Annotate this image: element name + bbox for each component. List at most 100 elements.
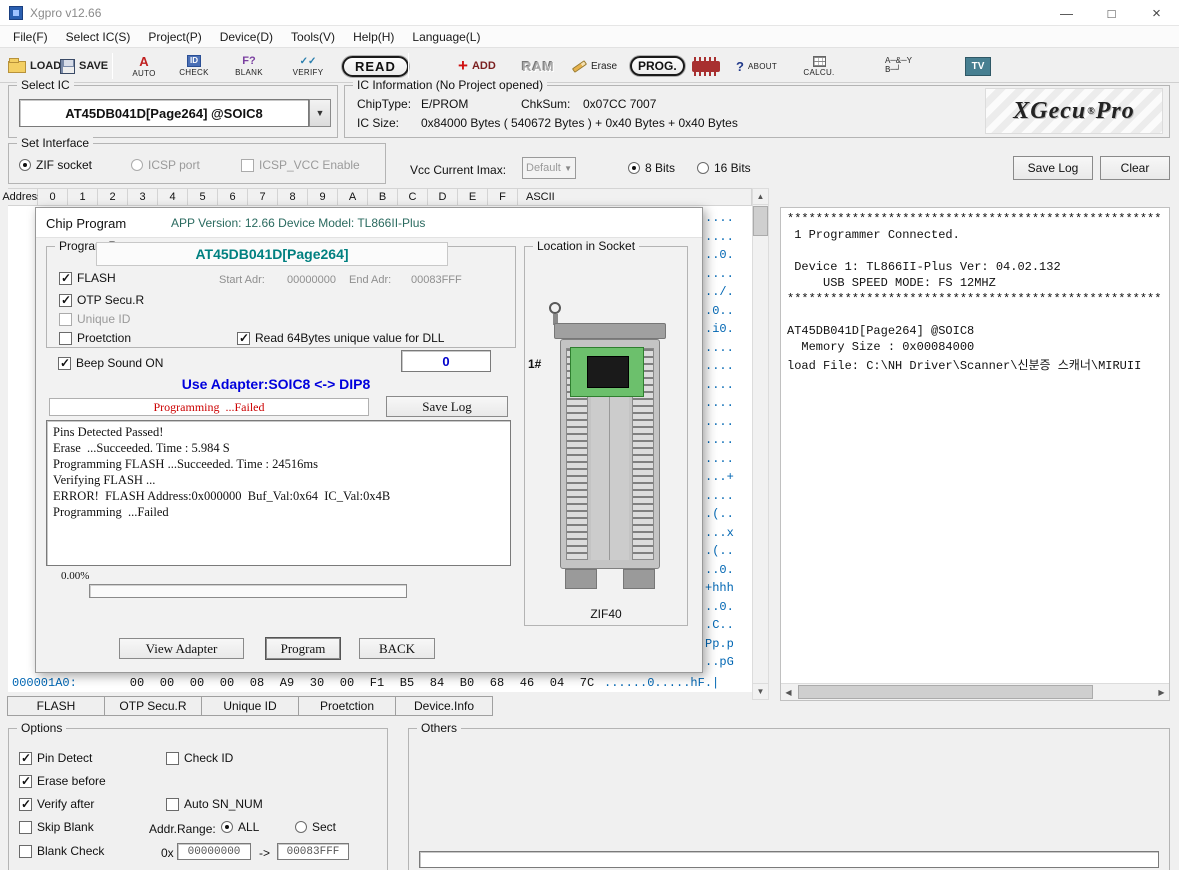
hex-vertical-scrollbar[interactable]: ▲ ▼ xyxy=(752,188,769,700)
hex-byte[interactable]: 00 xyxy=(152,676,182,690)
hex-byte[interactable]: 84 xyxy=(422,676,452,690)
radio-icon[interactable] xyxy=(131,159,143,171)
tv-button[interactable]: TV xyxy=(965,48,991,84)
tab[interactable]: Proetction xyxy=(298,696,396,716)
auto-button[interactable]: A AUTO xyxy=(122,48,166,84)
skip-blank-checkbox[interactable]: Skip Blank xyxy=(19,820,94,834)
unique-id-checkbox[interactable]: Unique ID xyxy=(59,312,130,326)
pin-detect-checkbox[interactable]: Pin Detect xyxy=(19,751,92,765)
beep-sound-checkbox[interactable]: Beep Sound ON xyxy=(58,356,163,370)
check-button[interactable]: ID CHECK xyxy=(170,48,218,84)
radio-icon[interactable] xyxy=(19,159,31,171)
scroll-left-icon[interactable]: ◀ xyxy=(781,684,796,700)
checkbox-icon[interactable] xyxy=(59,272,72,285)
minimize-button[interactable]: — xyxy=(1044,0,1089,26)
menu-item[interactable]: Device(D) xyxy=(211,28,282,46)
hex-byte[interactable]: 46 xyxy=(512,676,542,690)
protection-checkbox[interactable]: Proetction xyxy=(59,331,131,345)
verify-button[interactable]: ✓✓ VERIFY xyxy=(282,48,334,84)
8-bits-radio[interactable]: 8 Bits xyxy=(628,161,675,175)
menu-item[interactable]: Project(P) xyxy=(139,28,210,46)
zif-socket-radio[interactable]: ZIF socket xyxy=(19,158,92,172)
hex-header-cell[interactable]: E xyxy=(458,188,488,206)
close-button[interactable]: × xyxy=(1134,0,1179,26)
menu-item[interactable]: Help(H) xyxy=(344,28,403,46)
hex-header-cell[interactable]: D xyxy=(428,188,458,206)
menu-item[interactable]: Language(L) xyxy=(403,28,489,46)
checkbox-icon[interactable] xyxy=(19,821,32,834)
clear-button[interactable]: Clear xyxy=(1100,156,1170,180)
about-button[interactable]: ? ABOUT xyxy=(736,48,777,84)
tab[interactable]: OTP Secu.R xyxy=(104,696,202,716)
hex-header-cell[interactable]: 2 xyxy=(98,188,128,206)
hex-header-cell[interactable]: Address xyxy=(8,188,38,206)
hex-header-cell[interactable]: 3 xyxy=(128,188,158,206)
hex-header-cell[interactable]: 7 xyxy=(248,188,278,206)
hex-byte[interactable]: 7C xyxy=(572,676,602,690)
hex-byte[interactable]: A9 xyxy=(272,676,302,690)
hex-header-cell[interactable]: 0 xyxy=(38,188,68,206)
logic-test-button[interactable]: A─&─Y B─┘ xyxy=(885,48,912,84)
radio-icon[interactable] xyxy=(697,162,709,174)
prog-button[interactable]: PROG. xyxy=(630,48,685,84)
blank-button[interactable]: F? BLANK xyxy=(224,48,274,84)
scrollbar-thumb[interactable] xyxy=(798,685,1093,699)
radio-icon[interactable] xyxy=(221,821,233,833)
hex-row[interactable]: 000001A0: 0000000008A93000F1B584B0684604… xyxy=(8,674,752,692)
checkbox-icon[interactable] xyxy=(59,332,72,345)
hex-byte[interactable]: 08 xyxy=(242,676,272,690)
auto-sn-checkbox[interactable]: Auto SN_NUM xyxy=(166,797,263,811)
others-field[interactable] xyxy=(419,851,1159,868)
hex-byte[interactable]: 00 xyxy=(212,676,242,690)
device-log-horizontal-scrollbar[interactable]: ◀ ▶ xyxy=(781,683,1169,700)
back-button[interactable]: BACK xyxy=(359,638,435,659)
hex-byte[interactable]: F1 xyxy=(362,676,392,690)
range-end-input[interactable]: 00083FFF xyxy=(277,843,349,860)
tab[interactable]: Device.Info xyxy=(395,696,493,716)
ic-test-button[interactable] xyxy=(692,48,720,84)
checkbox-icon[interactable] xyxy=(19,752,32,765)
scrollbar-thumb[interactable] xyxy=(753,206,768,236)
hex-header-cell[interactable]: 6 xyxy=(218,188,248,206)
hex-header-cell[interactable]: 9 xyxy=(308,188,338,206)
ic-select-dropdown-button[interactable]: ▼ xyxy=(309,99,331,127)
hex-header-cell[interactable]: 1 xyxy=(68,188,98,206)
menu-item[interactable]: Tools(V) xyxy=(282,28,344,46)
hex-byte[interactable]: 68 xyxy=(482,676,512,690)
program-button[interactable]: Program xyxy=(266,638,340,659)
addr-range-sect-radio[interactable]: Sect xyxy=(295,820,336,834)
dialog-save-log-button[interactable]: Save Log xyxy=(386,396,508,417)
radio-icon[interactable] xyxy=(295,821,307,833)
check-id-checkbox[interactable]: Check ID xyxy=(166,751,233,765)
checkbox-icon[interactable] xyxy=(19,845,32,858)
verify-after-checkbox[interactable]: Verify after xyxy=(19,797,94,811)
hex-byte[interactable]: 00 xyxy=(122,676,152,690)
hex-header-cell[interactable]: C xyxy=(398,188,428,206)
checkbox-icon[interactable] xyxy=(58,357,71,370)
operation-log[interactable]: Pins Detected Passed!Erase ...Succeeded.… xyxy=(46,420,511,566)
hex-header-cell[interactable]: 4 xyxy=(158,188,188,206)
checkbox-icon[interactable] xyxy=(241,159,254,172)
view-adapter-button[interactable]: View Adapter xyxy=(119,638,244,659)
checkbox-icon[interactable] xyxy=(166,798,179,811)
tab[interactable]: FLASH xyxy=(7,696,105,716)
hex-header-cell[interactable]: 5 xyxy=(188,188,218,206)
save-log-button[interactable]: Save Log xyxy=(1013,156,1093,180)
hex-byte[interactable]: 00 xyxy=(182,676,212,690)
checkbox-icon[interactable] xyxy=(237,332,250,345)
addr-range-all-radio[interactable]: ALL xyxy=(221,820,259,834)
checkbox-icon[interactable] xyxy=(19,798,32,811)
range-start-input[interactable]: 00000000 xyxy=(177,843,251,860)
vcc-imax-select[interactable]: Default ▼ xyxy=(522,157,576,179)
hex-header-cell[interactable]: B xyxy=(368,188,398,206)
calculator-button[interactable]: CALCU. xyxy=(794,48,844,84)
device-log-panel[interactable]: ****************************************… xyxy=(780,207,1170,701)
erase-before-checkbox[interactable]: Erase before xyxy=(19,774,106,788)
hex-header-cell[interactable]: 8 xyxy=(278,188,308,206)
tab[interactable]: Unique ID xyxy=(201,696,299,716)
hex-byte[interactable]: 30 xyxy=(302,676,332,690)
menu-item[interactable]: Select IC(S) xyxy=(57,28,140,46)
menu-item[interactable]: File(F) xyxy=(4,28,57,46)
radio-icon[interactable] xyxy=(628,162,640,174)
maximize-button[interactable]: □ xyxy=(1089,0,1134,26)
